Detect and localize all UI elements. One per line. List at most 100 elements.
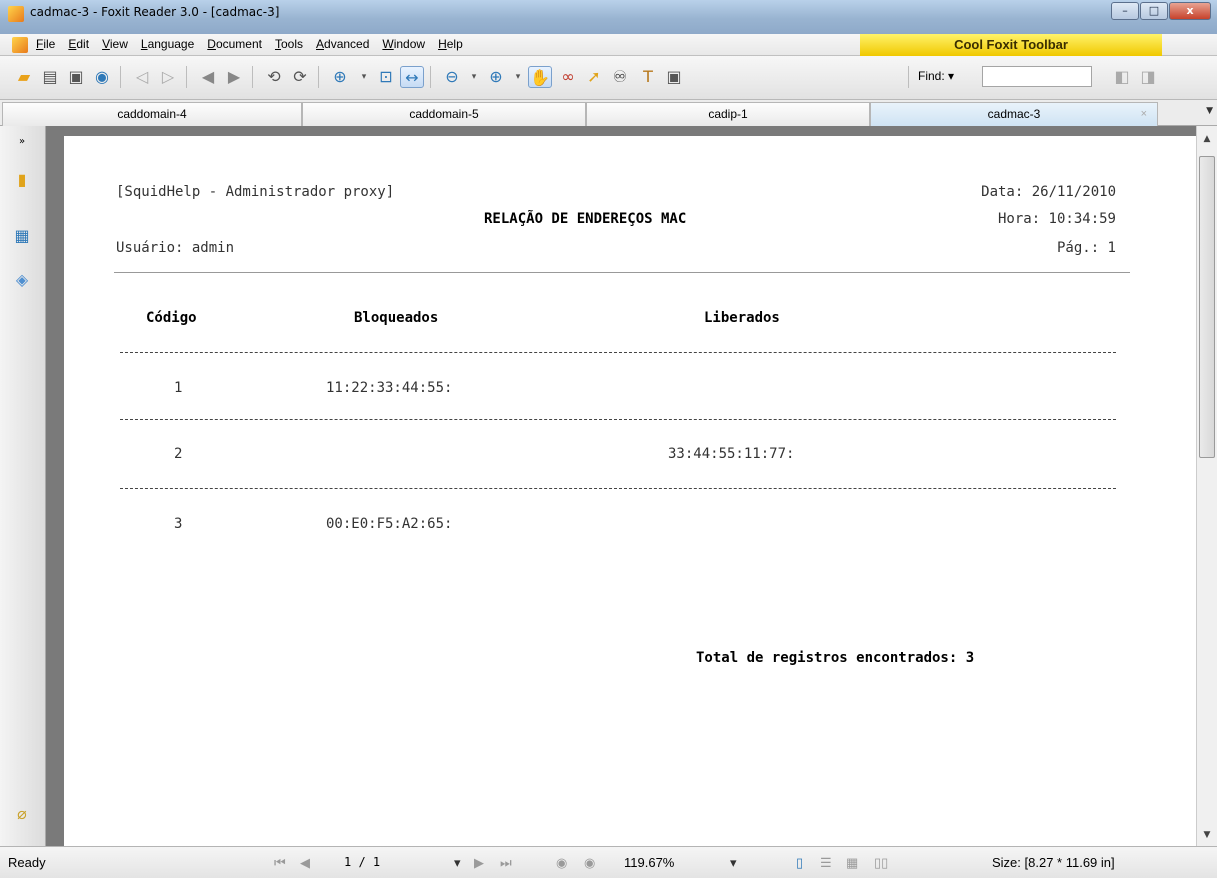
tab-caddomain-4[interactable]: caddomain-4 <box>2 102 302 126</box>
menu-window[interactable]: Window <box>382 37 425 51</box>
next-view-icon[interactable]: ◉ <box>584 855 595 871</box>
scroll-down-icon[interactable]: ▼ <box>1197 826 1217 844</box>
zoom-out-icon[interactable]: ⊖ <box>440 66 464 88</box>
continuous-facing-icon[interactable]: ▯▯ <box>874 855 888 871</box>
previous-page-icon[interactable]: ◁ <box>130 66 154 88</box>
row-2-liberado: 33:44:55:11:77: <box>668 446 795 462</box>
zoom-dropdown-chevron-down-icon[interactable]: ▾ <box>352 66 376 88</box>
rotate-right-icon[interactable]: ⟳ <box>288 66 312 88</box>
row-1-bloqueado: 11:22:33:44:55: <box>326 380 453 396</box>
fit-page-icon[interactable]: ⊡ <box>374 66 398 88</box>
first-page-icon[interactable]: ⏮ <box>274 855 286 871</box>
navigation-panel: » ▮ ▦ ◈ ⌀ <box>0 126 46 846</box>
page-dropdown-chevron-down-icon[interactable]: ▾ <box>454 855 461 871</box>
facing-pages-icon[interactable]: ▦ <box>846 855 858 871</box>
page-size: Size: [8.27 * 11.69 in] <box>992 855 1115 870</box>
tab-close-icon[interactable]: × <box>1141 103 1147 125</box>
row-2-codigo: 2 <box>174 446 183 462</box>
menu-file[interactable]: File <box>36 37 55 51</box>
main-toolbar: ▰ ▤ ▣ ◉ ◁ ▷ ◀ ▶ ⟲ ⟳ ⊕ ▾ ⊡ ↔ ⊖ ▾ ⊕ ▾ ✋ ∞ … <box>0 56 1217 100</box>
loupe-icon[interactable]: ∞ <box>556 66 580 88</box>
tab-list-chevron-down-icon[interactable]: ▼ <box>1206 106 1213 116</box>
row-1-codigo: 1 <box>174 380 183 396</box>
window-title: cadmac-3 - Foxit Reader 3.0 - [cadmac-3] <box>30 5 280 19</box>
prev-page-icon[interactable]: ◀ <box>300 855 310 871</box>
forward-icon[interactable]: ▶ <box>222 66 246 88</box>
bookmarks-icon[interactable]: ▮ <box>10 168 34 192</box>
select-arrow-icon[interactable]: ➚ <box>582 66 606 88</box>
open-folder-icon[interactable]: ▰ <box>12 66 36 88</box>
next-page-icon[interactable]: ▷ <box>156 66 180 88</box>
find-input[interactable] <box>982 66 1092 87</box>
fit-width-icon[interactable]: ↔ <box>400 66 424 88</box>
snapshot-icon[interactable]: ▣ <box>662 66 686 88</box>
toolbar-separator <box>252 66 253 88</box>
toolbar-separator <box>908 66 909 88</box>
document-tab-bar: caddomain-4 caddomain-5 cadip-1 cadmac-3… <box>0 100 1217 126</box>
menu-bar: File Edit View Language Document Tools A… <box>0 34 1217 56</box>
page-indicator[interactable]: 1 / 1 <box>344 855 380 869</box>
close-button[interactable]: x <box>1169 2 1211 20</box>
menu-edit[interactable]: Edit <box>68 37 89 51</box>
previous-view-icon[interactable]: ◉ <box>556 855 567 871</box>
user-label: Usuário: admin <box>116 240 235 256</box>
find-label: Find: ▾ <box>918 69 955 83</box>
row-divider <box>120 419 1116 420</box>
status-bar: Ready ⏮ ◀ 1 / 1 ▾ ▶ ⏭ ◉ ◉ 119.67% ▾ ▯ ☰ … <box>0 846 1217 878</box>
time-label: Hora: 10:34:59 <box>997 211 1116 227</box>
row-3-codigo: 3 <box>174 516 183 532</box>
zoom-level[interactable]: 119.67% <box>624 855 674 870</box>
tab-cadmac-3[interactable]: cadmac-3 × <box>870 102 1158 126</box>
row-3-bloqueado: 00:E0:F5:A2:65: <box>326 516 453 532</box>
menu-advanced[interactable]: Advanced <box>316 37 369 51</box>
title-bar: cadmac-3 - Foxit Reader 3.0 - [cadmac-3]… <box>0 0 1217 34</box>
document-viewport[interactable]: [SquidHelp - Administrador proxy] RELAÇÃ… <box>46 126 1196 846</box>
rotate-left-icon[interactable]: ⟲ <box>262 66 286 88</box>
back-icon[interactable]: ◀ <box>196 66 220 88</box>
expand-panel-icon[interactable]: » <box>10 130 34 154</box>
tab-cadip-1[interactable]: cadip-1 <box>586 102 870 126</box>
zoom-dropdown-chevron-down-icon[interactable]: ▾ <box>730 855 737 871</box>
menu-tools[interactable]: Tools <box>275 37 303 51</box>
print-icon[interactable]: ▣ <box>64 66 88 88</box>
page-number-label: Pág.: 1 <box>1056 240 1116 256</box>
continuous-page-icon[interactable]: ☰ <box>820 855 832 871</box>
save-icon[interactable]: ▤ <box>38 66 62 88</box>
zoom-out-dropdown-chevron-down-icon[interactable]: ▾ <box>462 66 486 88</box>
next-page-icon[interactable]: ▶ <box>474 855 484 871</box>
last-page-icon[interactable]: ⏭ <box>500 855 512 871</box>
globe-icon[interactable]: ◉ <box>90 66 114 88</box>
zoom-in-icon[interactable]: ⊕ <box>328 66 352 88</box>
scroll-thumb[interactable] <box>1199 156 1215 458</box>
zoom-plus-dropdown-chevron-down-icon[interactable]: ▾ <box>506 66 530 88</box>
maximize-button[interactable]: □ <box>1140 2 1168 20</box>
menu-view[interactable]: View <box>102 37 128 51</box>
scroll-up-icon[interactable]: ▲ <box>1197 130 1217 148</box>
menu-document[interactable]: Document <box>207 37 262 51</box>
find-previous-icon[interactable]: ◧ <box>1110 66 1134 88</box>
single-page-icon[interactable]: ▯ <box>796 855 803 871</box>
attachments-paperclip-icon[interactable]: ⌀ <box>10 802 34 826</box>
layers-icon[interactable]: ◈ <box>10 268 34 292</box>
total-records: Total de registros encontrados: 3 <box>696 650 975 666</box>
menu-help[interactable]: Help <box>438 37 463 51</box>
vertical-scrollbar[interactable]: ▲ ▼ <box>1196 126 1217 846</box>
toolbar-separator <box>430 66 431 88</box>
page-thumbnails-icon[interactable]: ▦ <box>10 224 34 248</box>
system-header: [SquidHelp - Administrador proxy] <box>116 184 395 200</box>
minimize-button[interactable]: – <box>1111 2 1139 20</box>
column-header-codigo: Código <box>146 310 197 326</box>
foxit-app-icon <box>8 6 24 22</box>
cool-foxit-toolbar-banner[interactable]: Cool Foxit Toolbar <box>860 34 1162 56</box>
tab-caddomain-5[interactable]: caddomain-5 <box>302 102 586 126</box>
menu-language[interactable]: Language <box>141 37 194 51</box>
find-next-icon[interactable]: ◨ <box>1136 66 1160 88</box>
document-icon <box>12 37 28 53</box>
tab-label: cadmac-3 <box>987 107 1041 121</box>
text-select-icon[interactable]: T <box>636 66 660 88</box>
zoom-plus-icon[interactable]: ⊕ <box>484 66 508 88</box>
hand-tool-icon[interactable]: ✋ <box>528 66 552 88</box>
binoculars-icon[interactable]: ♾ <box>608 66 632 88</box>
column-header-liberados: Liberados <box>704 310 780 326</box>
column-header-bloqueados: Bloqueados <box>354 310 439 326</box>
